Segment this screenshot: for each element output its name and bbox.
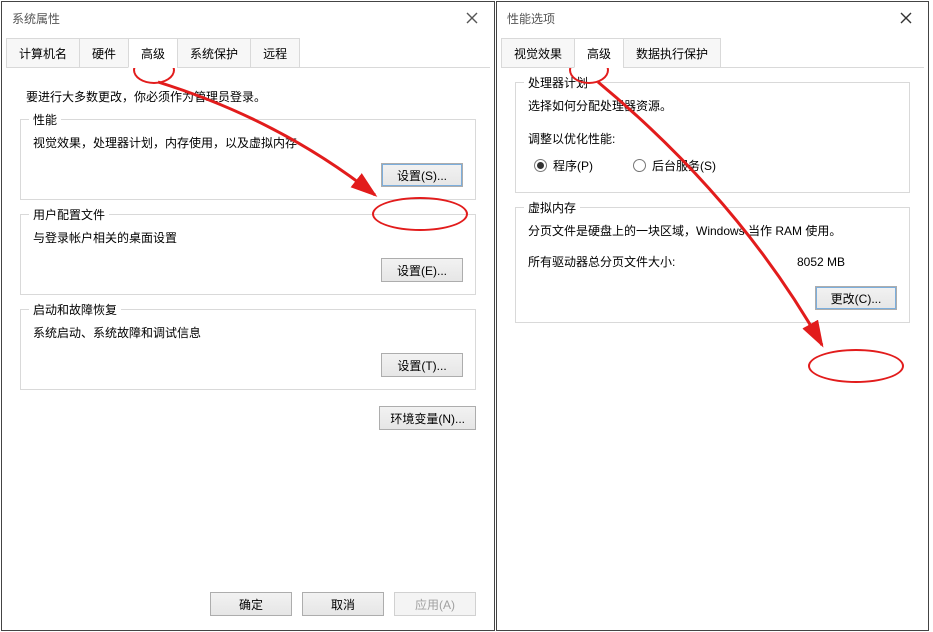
- group-virtual-memory: 虚拟内存 分页文件是硬盘上的一块区域，Windows 当作 RAM 使用。 所有…: [515, 207, 910, 323]
- cancel-button[interactable]: 取消: [302, 592, 384, 616]
- group-processor-legend: 处理器计划: [524, 74, 592, 91]
- tabs: 视觉效果高级数据执行保护: [497, 38, 928, 68]
- label: 取消: [331, 596, 355, 613]
- tab-body-advanced: 要进行大多数更改，你必须作为管理员登录。 性能 视觉效果，处理器计划，内存使用，…: [2, 68, 494, 584]
- perfopts-tab-1[interactable]: 高级: [574, 38, 624, 68]
- vmem-total-value: 8052 MB: [797, 255, 897, 269]
- sysprops-tab-1[interactable]: 硬件: [79, 38, 129, 68]
- settings-user-profiles-button[interactable]: 设置(E)...: [381, 258, 463, 282]
- performance-options-window: 性能选项 视觉效果高级数据执行保护 处理器计划 选择如何分配处理器资源。 调整以…: [496, 1, 929, 631]
- label: 更改(C)...: [831, 290, 882, 307]
- group-user-profiles-legend: 用户配置文件: [29, 206, 109, 223]
- tab-body-advanced: 处理器计划 选择如何分配处理器资源。 调整以优化性能: 程序(P) 后台服务(S…: [497, 68, 928, 630]
- label: 程序(P): [553, 157, 593, 174]
- group-startup-text: 系统启动、系统故障和调试信息: [33, 324, 463, 341]
- radio-dot-icon: [534, 159, 547, 172]
- group-user-profiles-text: 与登录帐户相关的桌面设置: [33, 229, 463, 246]
- system-properties-window: 系统属性 计算机名硬件高级系统保护远程 要进行大多数更改，你必须作为管理员登录。…: [1, 1, 495, 631]
- group-startup-legend: 启动和故障恢复: [29, 301, 121, 318]
- label: 后台服务(S): [652, 157, 716, 174]
- group-performance-text: 视觉效果，处理器计划，内存使用，以及虚拟内存: [33, 134, 463, 151]
- label: 应用(A): [415, 596, 455, 613]
- perfopts-tab-0[interactable]: 视觉效果: [501, 38, 575, 68]
- apply-button: 应用(A): [394, 592, 476, 616]
- window-title: 性能选项: [507, 10, 894, 27]
- label: 确定: [239, 596, 263, 613]
- group-performance-legend: 性能: [29, 111, 61, 128]
- sysprops-tab-2[interactable]: 高级: [128, 38, 178, 68]
- optimize-label: 调整以优化性能:: [528, 130, 897, 147]
- sysprops-tab-3[interactable]: 系统保护: [177, 38, 251, 68]
- vmem-text: 分页文件是硬盘上的一块区域，Windows 当作 RAM 使用。: [528, 222, 897, 239]
- label: 设置(S)...: [397, 167, 447, 184]
- settings-startup-button[interactable]: 设置(T)...: [381, 353, 463, 377]
- group-performance: 性能 视觉效果，处理器计划，内存使用，以及虚拟内存 设置(S)...: [20, 119, 476, 200]
- group-vmem-legend: 虚拟内存: [524, 199, 580, 216]
- sysprops-tab-4[interactable]: 远程: [250, 38, 300, 68]
- tabs: 计算机名硬件高级系统保护远程: [2, 38, 494, 68]
- close-icon[interactable]: [894, 6, 918, 30]
- admin-note: 要进行大多数更改，你必须作为管理员登录。: [26, 88, 470, 105]
- close-icon[interactable]: [460, 6, 484, 30]
- radio-programs[interactable]: 程序(P): [534, 157, 593, 174]
- dialog-buttons: 确定 取消 应用(A): [2, 584, 494, 630]
- vmem-total-label: 所有驱动器总分页文件大小:: [528, 253, 797, 270]
- radio-background-services[interactable]: 后台服务(S): [633, 157, 716, 174]
- ok-button[interactable]: 确定: [210, 592, 292, 616]
- radio-row: 程序(P) 后台服务(S): [534, 157, 897, 174]
- titlebar: 系统属性: [2, 2, 494, 34]
- settings-performance-button[interactable]: 设置(S)...: [381, 163, 463, 187]
- radio-dot-icon: [633, 159, 646, 172]
- label: 设置(E)...: [397, 262, 447, 279]
- group-user-profiles: 用户配置文件 与登录帐户相关的桌面设置 设置(E)...: [20, 214, 476, 295]
- processor-text: 选择如何分配处理器资源。: [528, 97, 897, 114]
- sysprops-tab-0[interactable]: 计算机名: [6, 38, 80, 68]
- label: 环境变量(N)...: [390, 410, 465, 427]
- group-startup-recovery: 启动和故障恢复 系统启动、系统故障和调试信息 设置(T)...: [20, 309, 476, 390]
- env-variables-button[interactable]: 环境变量(N)...: [379, 406, 476, 430]
- group-processor: 处理器计划 选择如何分配处理器资源。 调整以优化性能: 程序(P) 后台服务(S…: [515, 82, 910, 193]
- titlebar: 性能选项: [497, 2, 928, 34]
- label: 设置(T)...: [397, 357, 446, 374]
- window-title: 系统属性: [12, 10, 460, 27]
- change-vmem-button[interactable]: 更改(C)...: [815, 286, 897, 310]
- perfopts-tab-2[interactable]: 数据执行保护: [623, 38, 721, 68]
- vmem-total-row: 所有驱动器总分页文件大小: 8052 MB: [528, 253, 897, 270]
